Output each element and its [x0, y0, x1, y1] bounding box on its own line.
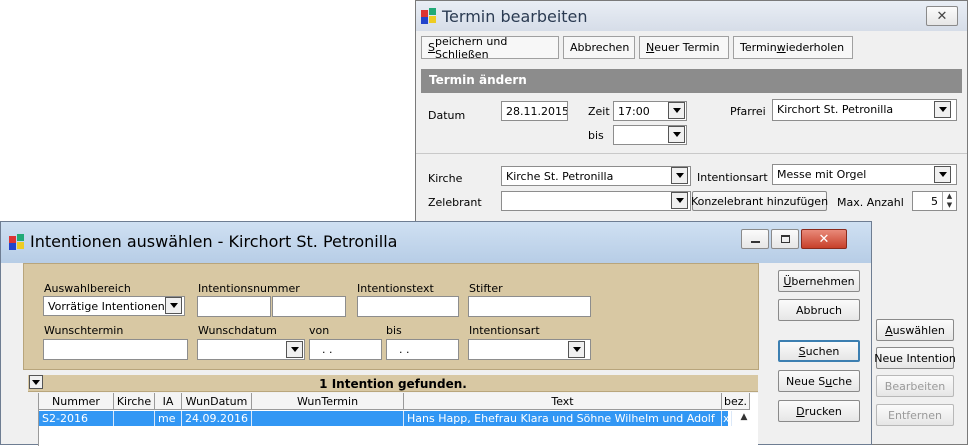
konzelebrant-hinzufuegen-button[interactable]: Konzelebrant hinzufügen: [691, 191, 828, 211]
column-header-nummer[interactable]: Nummer: [39, 393, 114, 410]
scroll-up-arrow[interactable]: ▲: [736, 412, 752, 428]
close-button[interactable]: ✕: [926, 6, 958, 26]
close-icon: ✕: [936, 8, 948, 24]
minimize-button[interactable]: [741, 229, 769, 249]
intentionstext-field[interactable]: [357, 296, 459, 317]
section-header: Termin ändern: [421, 69, 962, 93]
tab-abbrechen[interactable]: Abbrechen: [563, 36, 635, 59]
zelebrant-dropdown[interactable]: [671, 192, 688, 209]
intentionsart-dropdown[interactable]: [934, 166, 951, 183]
drucken-button[interactable]: Drucken: [778, 400, 860, 422]
maximize-icon: [780, 235, 790, 243]
auswahlbereich-label: Auswahlbereich: [44, 282, 131, 295]
auswaehlen-button[interactable]: Auswählen: [876, 319, 954, 341]
column-header-ia[interactable]: IA: [155, 393, 182, 410]
intentionsnummer-field-2[interactable]: [272, 296, 346, 317]
app-icon: [9, 234, 25, 250]
zelebrant-label: Zelebrant: [428, 196, 482, 209]
maximize-button[interactable]: [771, 229, 799, 249]
bis-dropdown[interactable]: [668, 126, 685, 143]
neue-suche-button[interactable]: Neue Su che: [778, 370, 860, 392]
abbruch-button[interactable]: Abbruch: [778, 299, 860, 321]
kirche-label: Kirche: [428, 172, 463, 185]
cell-kirche: [114, 411, 155, 426]
wunschdatum-label: Wunschdatum: [198, 324, 277, 337]
intentionen-auswaehlen-window: Intentionen auswählen - Kirchort St. Pet…: [0, 221, 872, 446]
datum-field[interactable]: 28.11.2015: [501, 101, 568, 121]
suchen-button[interactable]: Suchen: [778, 340, 860, 362]
title-bar: Termin bearbeiten ✕: [416, 1, 967, 31]
column-header-bez[interactable]: bez.: [722, 393, 750, 410]
bis-field[interactable]: . .: [386, 339, 459, 360]
pfarrei-label: Pfarrei: [730, 105, 766, 118]
tab-termin-wiederholen[interactable]: Termin w iederholen: [733, 36, 853, 59]
bis-label: bis: [386, 324, 402, 337]
app-icon: [421, 8, 437, 24]
zeit-label: Zeit: [588, 105, 610, 118]
minimize-icon: [750, 241, 760, 243]
section-title: Termin ändern: [429, 73, 527, 87]
window-title: Intentionen auswählen - Kirchort St. Pet…: [30, 232, 398, 251]
zeit-dropdown[interactable]: [668, 102, 685, 119]
intentionsart-label: Intentionsart: [697, 171, 768, 184]
uebernehmen-button[interactable]: Übernehmen: [778, 270, 860, 292]
pfarrei-field[interactable]: Kirchort St. Petronilla: [772, 99, 957, 121]
datum-label: Datum: [428, 109, 466, 122]
cell-ia: me: [155, 411, 182, 426]
kirche-field[interactable]: Kirche St. Petronilla: [501, 166, 691, 186]
intentionstext-label: Intentionstext: [357, 282, 434, 295]
close-icon: ✕: [818, 231, 830, 247]
result-bar: 1 Intention gefunden.: [28, 375, 758, 392]
window-title: Termin bearbeiten: [442, 7, 588, 26]
intentionsart-field[interactable]: Messe mit Orgel: [772, 164, 957, 185]
max-anzahl-label: Max. Anzahl: [837, 196, 904, 209]
result-count: 1 Intention gefunden.: [319, 377, 467, 391]
bis-label: bis: [588, 129, 604, 142]
tab-speichern-schliessen[interactable]: Speichern und Schließen: [421, 35, 559, 61]
stifter-label: Stifter: [469, 282, 503, 295]
tab-neuer-termin[interactable]: Neuer Termin: [639, 36, 729, 59]
cell-wundatum: 24.09.2016: [182, 411, 252, 426]
kirche-dropdown[interactable]: [671, 167, 688, 184]
wunschtermin-label: Wunschtermin: [44, 324, 124, 337]
max-anzahl-spinner[interactable]: ▲ ▼: [942, 192, 956, 210]
stifter-field[interactable]: [468, 296, 591, 317]
column-header-kirche[interactable]: Kirche: [114, 393, 155, 410]
von-label: von: [309, 324, 330, 337]
pfarrei-dropdown[interactable]: [934, 101, 951, 118]
cell-bez: x: [722, 411, 732, 426]
column-header-text[interactable]: Text: [404, 393, 722, 410]
auswahlbereich-dropdown[interactable]: [165, 297, 182, 314]
neue-intention-button[interactable]: Neue Intention: [874, 347, 956, 369]
title-bar: Intentionen auswählen - Kirchort St. Pet…: [1, 222, 871, 263]
intentionsnummer-label: Intentionsnummer: [198, 282, 300, 295]
cell-wuntermin: [252, 411, 404, 426]
intentionsart-label: Intentionsart: [469, 324, 540, 337]
divider: [416, 153, 967, 154]
intentionsart-dropdown[interactable]: [568, 341, 585, 358]
auswahlbereich-field[interactable]: Vorrätige Intentionen: [43, 296, 185, 316]
von-field[interactable]: . .: [309, 339, 382, 360]
entfernen-button[interactable]: Entfernen: [876, 404, 954, 426]
intentionsnummer-field-1[interactable]: [197, 296, 271, 317]
column-header-wuntermin[interactable]: WunTermin: [252, 393, 404, 410]
cell-text: Hans Happ, Ehefrau Klara und Söhne Wilhe…: [404, 411, 722, 426]
column-header-wundatum[interactable]: WunDatum: [182, 393, 252, 410]
toolbar: Speichern und Schließen Abbrechen Neuer …: [416, 33, 967, 61]
close-button[interactable]: ✕: [801, 229, 847, 249]
zelebrant-field[interactable]: [501, 191, 691, 211]
cell-nummer: S2-2016: [39, 411, 114, 426]
wunschtermin-field[interactable]: [43, 339, 188, 360]
wunschdatum-dropdown[interactable]: [286, 341, 303, 358]
bearbeiten-button[interactable]: Bearbeiten: [876, 375, 954, 397]
